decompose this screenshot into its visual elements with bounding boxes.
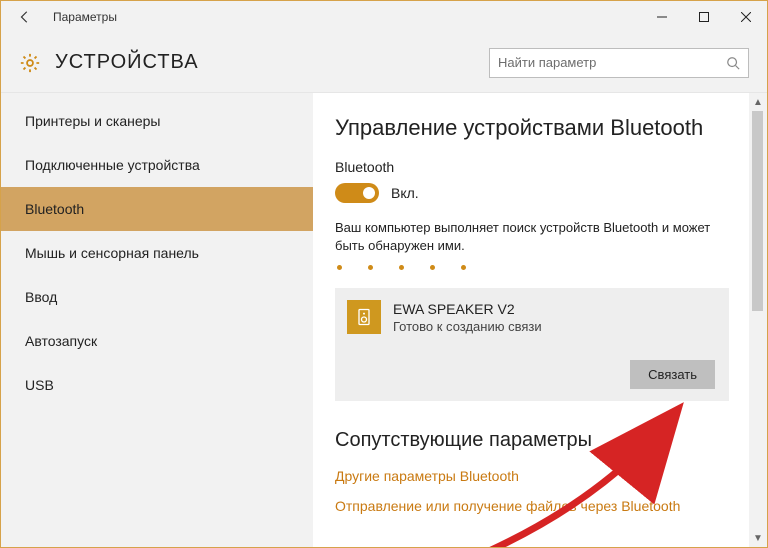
titlebar: Параметры (1, 1, 767, 33)
sidebar-item-bluetooth[interactable]: Bluetooth (1, 187, 313, 231)
main-heading: Управление устройствами Bluetooth (335, 115, 729, 141)
minimize-button[interactable] (641, 1, 683, 33)
settings-window: Параметры УСТРОЙСТВА Найти параметр Прин… (0, 0, 768, 548)
device-card[interactable]: EWA SPEAKER V2 Готово к созданию связи С… (335, 288, 729, 401)
search-icon (726, 56, 740, 70)
link-send-receive[interactable]: Отправление или получение файлов через B… (335, 498, 729, 514)
gear-icon (19, 52, 41, 74)
close-button[interactable] (725, 1, 767, 33)
page-heading: УСТРОЙСТВА (55, 51, 199, 74)
body: Принтеры и сканеры Подключенные устройст… (1, 93, 767, 547)
sidebar-item-printers[interactable]: Принтеры и сканеры (1, 99, 313, 143)
back-button[interactable] (11, 3, 39, 31)
scroll-up-icon[interactable]: ▲ (749, 93, 767, 111)
scroll-down-icon[interactable]: ▼ (749, 529, 767, 547)
sidebar-item-usb[interactable]: USB (1, 363, 313, 407)
maximize-button[interactable] (683, 1, 725, 33)
sidebar-item-connected[interactable]: Подключенные устройства (1, 143, 313, 187)
bluetooth-toggle-row: Вкл. (335, 183, 729, 203)
search-input[interactable]: Найти параметр (489, 48, 749, 78)
speaker-icon (347, 300, 381, 334)
main-wrap: Управление устройствами Bluetooth Blueto… (313, 93, 767, 547)
sidebar-item-autoplay[interactable]: Автозапуск (1, 319, 313, 363)
scroll-thumb[interactable] (752, 111, 763, 311)
device-name: EWA SPEAKER V2 (393, 301, 542, 317)
related-heading: Сопутствующие параметры (335, 429, 729, 452)
pair-button[interactable]: Связать (630, 360, 715, 389)
bluetooth-label: Bluetooth (335, 159, 729, 175)
device-status: Готово к созданию связи (393, 319, 542, 334)
window-controls (641, 1, 767, 33)
scroll-track[interactable] (749, 111, 767, 529)
window-title: Параметры (53, 10, 117, 24)
toggle-state: Вкл. (391, 185, 419, 201)
header-bar: УСТРОЙСТВА Найти параметр (1, 33, 767, 93)
bluetooth-description: Ваш компьютер выполняет поиск устройств … (335, 219, 729, 255)
scrollbar[interactable]: ▲ ▼ (749, 93, 767, 547)
searching-indicator (335, 265, 729, 270)
main-content: Управление устройствами Bluetooth Blueto… (313, 93, 749, 547)
device-text: EWA SPEAKER V2 Готово к созданию связи (393, 301, 542, 334)
sidebar-item-typing[interactable]: Ввод (1, 275, 313, 319)
link-more-bluetooth[interactable]: Другие параметры Bluetooth (335, 468, 729, 484)
annotation-arrow-icon (463, 381, 693, 547)
sidebar-item-mouse[interactable]: Мышь и сенсорная панель (1, 231, 313, 275)
device-head: EWA SPEAKER V2 Готово к созданию связи (347, 300, 715, 334)
bluetooth-toggle[interactable] (335, 183, 379, 203)
search-placeholder: Найти параметр (498, 55, 726, 70)
sidebar: Принтеры и сканеры Подключенные устройст… (1, 93, 313, 547)
